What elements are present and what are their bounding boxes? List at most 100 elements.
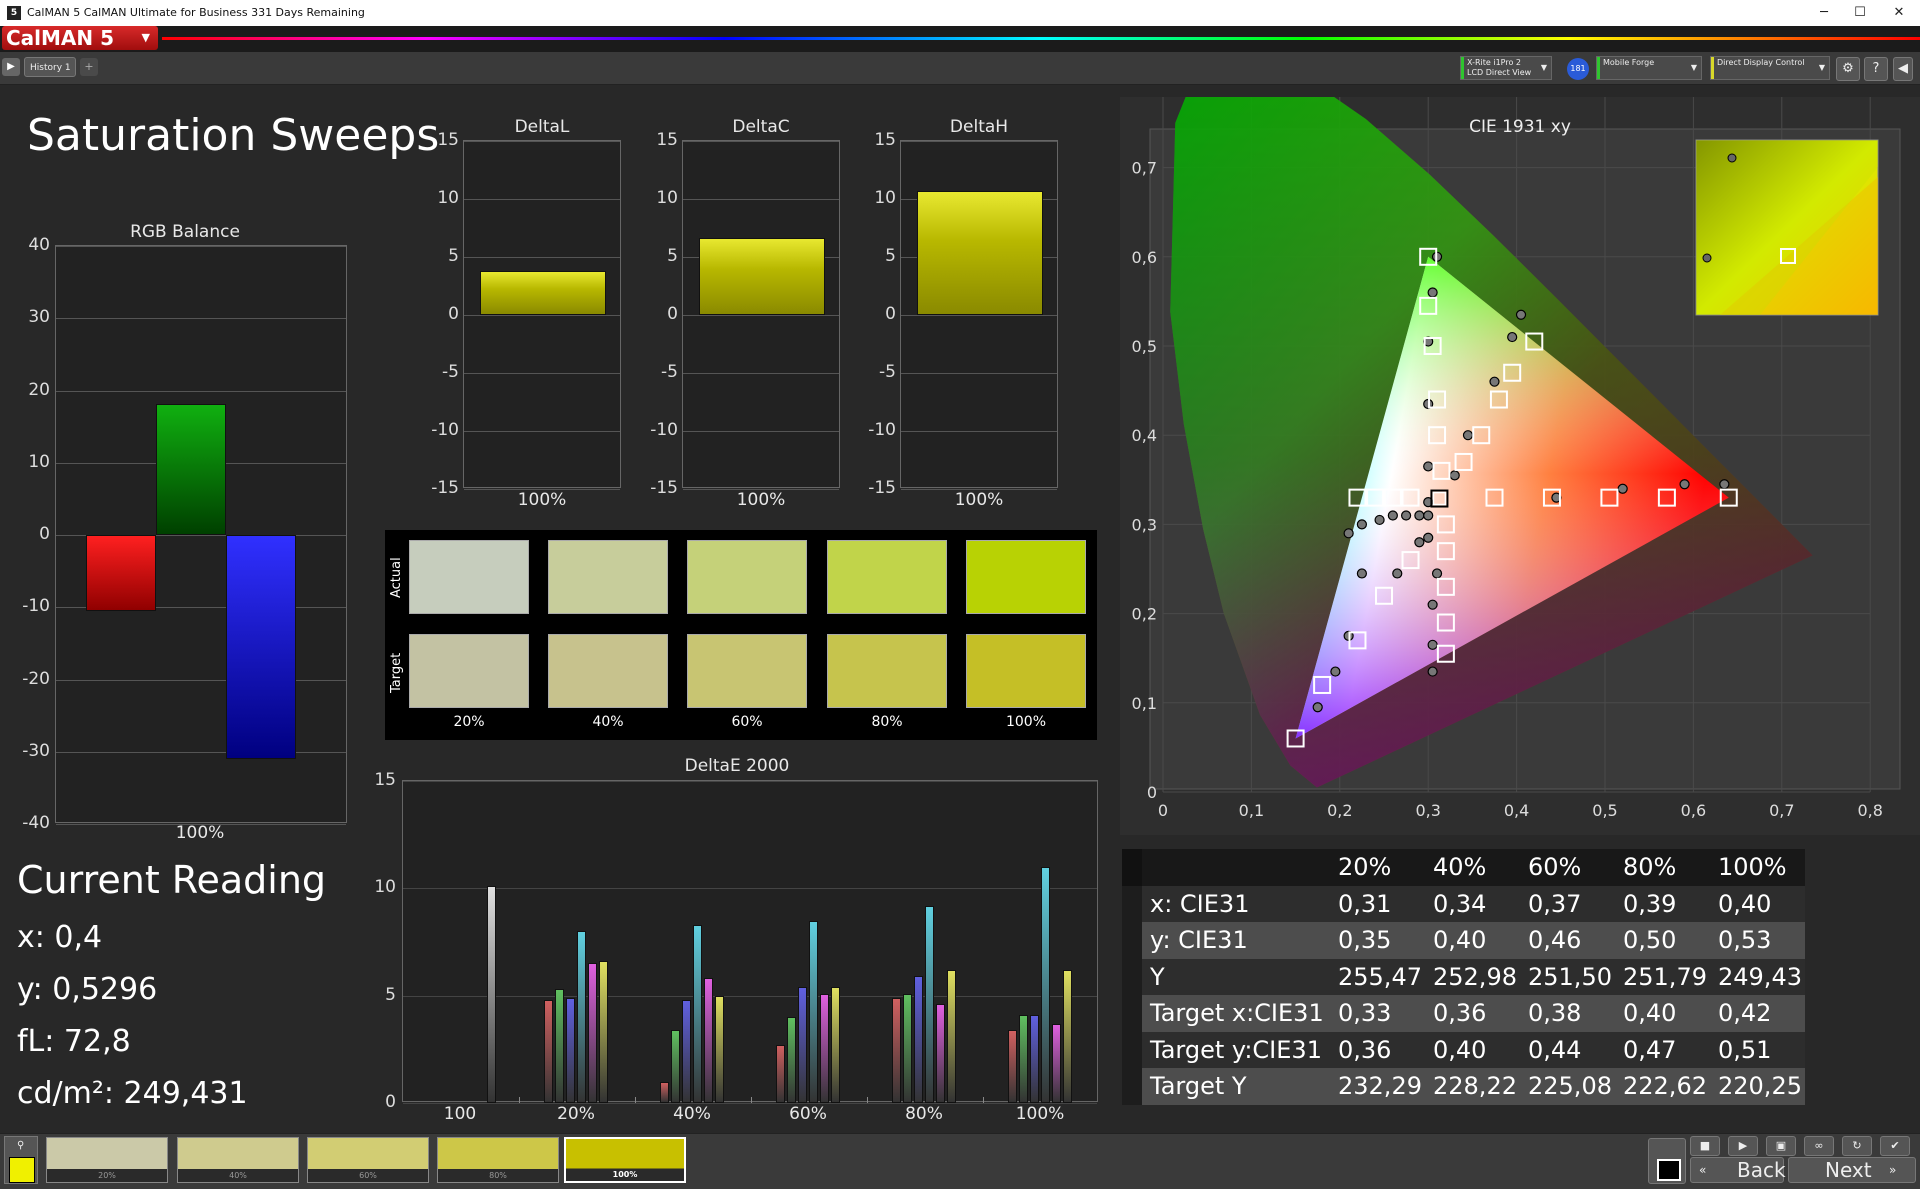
tab-history-1[interactable]: History 1 xyxy=(24,57,76,77)
help-button[interactable]: ? xyxy=(1864,57,1888,81)
pattern-swatch[interactable]: 100% xyxy=(564,1137,686,1183)
cie-xtick: 0,5 xyxy=(1592,801,1617,820)
display-selector[interactable]: Direct Display Control ▼ xyxy=(1710,56,1830,80)
table-corner xyxy=(1142,849,1330,886)
cie-xtick: 0,2 xyxy=(1327,801,1352,820)
chevron-down-icon: ▼ xyxy=(1818,63,1825,72)
delta-gridline xyxy=(464,141,620,142)
rgb-gridline xyxy=(56,246,346,247)
delta-chart-xlabel: 100% xyxy=(517,490,567,510)
measured-point xyxy=(1427,639,1438,650)
table-cell: 0,40 xyxy=(1425,1031,1520,1068)
deltae-bar xyxy=(914,976,923,1103)
chevron-down-icon: ▼ xyxy=(1540,63,1547,72)
delta-gridline xyxy=(464,431,620,432)
chevron-down-icon: ▼ xyxy=(1690,63,1697,72)
cie-ytick: 0,5 xyxy=(1132,337,1157,356)
rgb-gridline xyxy=(56,318,346,320)
deltae-bar xyxy=(566,997,575,1103)
pattern-indicator[interactable]: ⚲ xyxy=(4,1136,38,1184)
loop-icon: ∞ xyxy=(1814,1139,1824,1152)
deltae-bar xyxy=(682,999,691,1103)
pattern-label: 60% xyxy=(359,1171,377,1180)
back-button[interactable]: Back « xyxy=(1690,1157,1786,1183)
meter-badge[interactable]: 181 xyxy=(1567,58,1589,80)
next-button[interactable]: Next » xyxy=(1788,1157,1916,1183)
deltae-bar xyxy=(809,920,818,1103)
cie-ytick: 0,1 xyxy=(1132,694,1157,713)
delta-gridline xyxy=(901,141,1057,142)
stop-measure-button[interactable] xyxy=(1648,1138,1686,1184)
save-icon: ▣ xyxy=(1775,1139,1787,1152)
close-button[interactable]: ✕ xyxy=(1884,3,1914,23)
delta-chart-plot xyxy=(900,140,1058,490)
add-tab-button[interactable]: + xyxy=(80,58,98,76)
loop-button[interactable]: ∞ xyxy=(1804,1136,1834,1156)
check-button[interactable]: ✔ xyxy=(1880,1136,1910,1156)
table-cell: 228,22 xyxy=(1425,1068,1520,1105)
table-cell: 0,51 xyxy=(1710,1031,1805,1068)
delta-ytick: 10 xyxy=(874,188,896,208)
pattern-swatch[interactable]: 60% xyxy=(307,1137,429,1183)
pattern-label: 100% xyxy=(612,1170,638,1179)
measured-point xyxy=(1414,510,1425,521)
swatch-label: 100% xyxy=(1005,714,1047,730)
settings-button[interactable]: ⚙ xyxy=(1836,57,1860,81)
calman-logo-menu[interactable]: CalMAN 5 ▼ xyxy=(2,26,158,50)
deltae-separator xyxy=(983,1097,984,1103)
table-cell: 252,98 xyxy=(1425,958,1520,995)
back-label: Back xyxy=(1737,1158,1786,1182)
stop-button[interactable]: ■ xyxy=(1690,1136,1720,1156)
play-button[interactable]: ▶ xyxy=(1728,1136,1758,1156)
rgb-ytick: -10 xyxy=(22,596,50,617)
measured-point xyxy=(1343,528,1354,539)
app-icon: 5 xyxy=(7,6,21,20)
table-cell: 222,62 xyxy=(1615,1068,1710,1105)
measured-point xyxy=(1427,666,1438,677)
table-cell: 0,36 xyxy=(1330,1031,1425,1068)
deltae-bar xyxy=(577,931,586,1103)
table-cell: 0,33 xyxy=(1330,995,1425,1032)
measured-point xyxy=(1414,537,1425,548)
deltae-ytick: 5 xyxy=(385,984,396,1005)
measured-point xyxy=(1679,479,1690,490)
deltae-plot xyxy=(402,780,1098,1104)
page-title: Saturation Sweeps xyxy=(27,110,440,161)
pattern-swatch[interactable]: 80% xyxy=(437,1137,559,1183)
actual-swatch xyxy=(966,540,1086,614)
deltae-bar xyxy=(798,987,807,1103)
maximize-button[interactable]: ☐ xyxy=(1845,3,1875,23)
deltae-separator xyxy=(751,1097,752,1103)
actual-swatch xyxy=(687,540,807,614)
delta-gridline xyxy=(683,199,839,200)
reading-x: x: 0,4 xyxy=(17,920,103,955)
cie-ytick: 0,6 xyxy=(1132,248,1157,267)
cie-ytick: 0,4 xyxy=(1132,426,1157,445)
minimize-button[interactable]: ─ xyxy=(1809,3,1839,23)
play-icon[interactable]: ▶ xyxy=(2,58,20,76)
delta-ytick: 0 xyxy=(448,304,459,324)
table-cell: 220,25 xyxy=(1710,1068,1805,1105)
row-label: Y xyxy=(1142,958,1330,995)
source-selector[interactable]: Mobile Forge ▼ xyxy=(1596,56,1702,80)
spectrum-bar xyxy=(162,37,1920,40)
deltae-separator xyxy=(519,1097,520,1103)
pattern-swatch[interactable]: 20% xyxy=(46,1137,168,1183)
rgb-ytick: 20 xyxy=(28,379,50,400)
cie-xtick: 0,6 xyxy=(1681,801,1706,820)
table-row: x: CIE31 0,31 0,34 0,37 0,39 0,40 xyxy=(1122,885,1805,922)
meter-mode: LCD Direct View xyxy=(1467,68,1532,77)
table-row: y: CIE31 0,35 0,40 0,46 0,50 0,53 xyxy=(1122,922,1805,959)
table-cell: 0,40 xyxy=(1425,922,1520,959)
delta-ytick: -15 xyxy=(868,478,896,498)
refresh-button[interactable]: ↻ xyxy=(1842,1136,1872,1156)
pattern-swatch[interactable]: 40% xyxy=(177,1137,299,1183)
collapse-button[interactable]: ◀ xyxy=(1893,57,1913,81)
rgb-ytick: 0 xyxy=(39,524,50,544)
delta-chart-xlabel: 100% xyxy=(954,490,1004,510)
target-swatch xyxy=(409,634,529,708)
delta-bar xyxy=(699,238,825,315)
save-button[interactable]: ▣ xyxy=(1766,1136,1796,1156)
measured-point xyxy=(1427,287,1438,298)
meter-selector[interactable]: X-Rite i1Pro 2 LCD Direct View ▼ xyxy=(1460,56,1552,80)
